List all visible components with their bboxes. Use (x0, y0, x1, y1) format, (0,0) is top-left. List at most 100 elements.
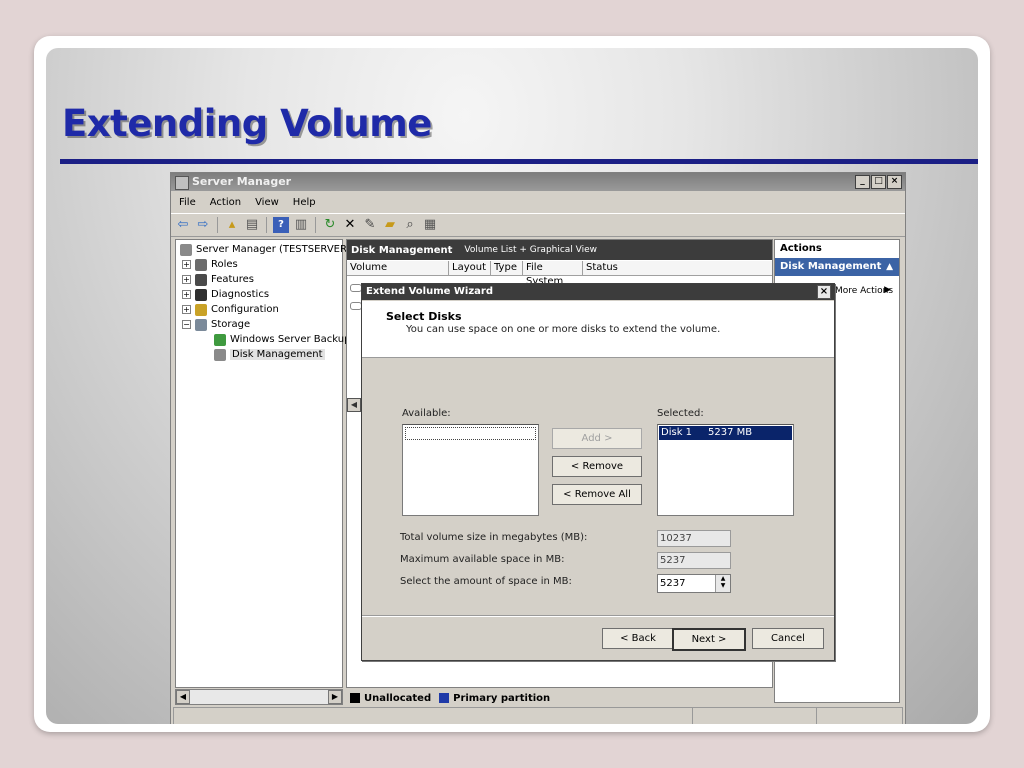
tree-item-server-manager[interactable]: Server Manager (TESTSERVER) (180, 242, 351, 257)
wizard-header: Select Disks You can use space on one or… (362, 301, 834, 358)
menu-view[interactable]: View (255, 197, 279, 208)
available-disks-list[interactable] (402, 424, 539, 516)
max-space-label: Maximum available space in MB: (400, 554, 565, 565)
selected-disks-list[interactable]: Disk 1 5237 MB (657, 424, 794, 516)
tree-item-label: Storage (211, 319, 251, 330)
pane-header-view: Volume List + Graphical View (464, 245, 598, 255)
search-icon[interactable]: ⌕ (402, 217, 418, 233)
extend-volume-wizard: Extend Volume Wizard × Select Disks You … (361, 283, 835, 661)
tree-item-label: Configuration (211, 304, 279, 315)
status-bar (173, 707, 903, 724)
slide-background: Extending Volume Server Manager _ □ × Fi… (46, 48, 978, 724)
scroll-right-icon[interactable]: ▶ (328, 690, 342, 704)
expand-icon[interactable]: + (182, 290, 191, 299)
menu-help[interactable]: Help (293, 197, 316, 208)
scroll-left-icon[interactable]: ◀ (347, 398, 361, 412)
server-manager-icon (175, 176, 189, 190)
backup-icon (214, 333, 226, 346)
tree-item-features[interactable]: + Features (182, 272, 254, 287)
wizard-title: Extend Volume Wizard (366, 286, 494, 297)
pane-header-title: Disk Management (351, 244, 453, 256)
tree-horizontal-scrollbar[interactable]: ◀ ▶ (175, 689, 343, 705)
tree-item-disk-management[interactable]: Disk Management (214, 347, 325, 362)
volume-list-header: Volume Layout Type File System Status (347, 261, 772, 287)
diagnostics-icon (195, 288, 207, 301)
column-status[interactable]: Status (583, 261, 646, 275)
close-icon[interactable]: × (817, 285, 831, 299)
back-button[interactable]: < Back (602, 628, 674, 649)
expand-icon[interactable]: + (182, 260, 191, 269)
remove-button[interactable]: < Remove (552, 456, 642, 477)
column-volume[interactable]: Volume (347, 261, 449, 275)
minimize-icon[interactable]: _ (855, 175, 870, 189)
amount-spinbox[interactable]: 5237 ▲ ▼ (657, 574, 731, 593)
roles-icon (195, 258, 207, 271)
up-folder-icon[interactable]: ▴ (224, 217, 240, 233)
properties-icon[interactable]: ✎ (362, 217, 378, 233)
cancel-button[interactable]: Cancel (752, 628, 824, 649)
delete-icon[interactable]: ✕ (342, 217, 358, 233)
disk-settings-icon[interactable]: ▦ (422, 217, 438, 233)
focus-rect (405, 427, 536, 440)
submenu-arrow-icon[interactable]: ▶ (884, 285, 891, 295)
column-file-system[interactable]: File System (523, 261, 583, 287)
toolbar-separator (217, 217, 218, 233)
scroll-left-icon[interactable]: ◀ (176, 690, 190, 704)
forward-arrow-icon[interactable]: ⇨ (195, 217, 211, 233)
server-icon (180, 243, 192, 256)
open-folder-icon[interactable]: ▰ (382, 217, 398, 233)
pane-header: Disk Management Volume List + Graphical … (347, 240, 772, 260)
tree-item-diagnostics[interactable]: + Diagnostics (182, 287, 269, 302)
remove-all-button[interactable]: < Remove All (552, 484, 642, 505)
column-type[interactable]: Type (491, 261, 523, 275)
refresh-icon[interactable]: ↻ (322, 217, 338, 233)
column-layout[interactable]: Layout (449, 261, 491, 275)
actions-title: Actions (775, 240, 899, 258)
next-button[interactable]: Next > (672, 628, 746, 651)
selected-disk-item[interactable]: Disk 1 5237 MB (659, 426, 792, 440)
wizard-titlebar: Extend Volume Wizard × (362, 284, 834, 300)
tree-item-label: Roles (211, 259, 238, 270)
spin-arrows-icon[interactable]: ▲ ▼ (715, 575, 730, 592)
available-label: Available: (402, 408, 451, 419)
show-hide-action-pane-icon[interactable]: ▥ (293, 217, 309, 233)
tree-item-storage[interactable]: − Storage (182, 317, 250, 332)
expand-icon[interactable]: + (182, 275, 191, 284)
wizard-description: You can use space on one or more disks t… (406, 324, 721, 335)
wizard-heading: Select Disks (386, 310, 462, 323)
tree-item-configuration[interactable]: + Configuration (182, 302, 279, 317)
help-icon[interactable]: ? (273, 217, 289, 233)
total-size-field: 10237 (657, 530, 731, 547)
actions-section-disk-management[interactable]: Disk Management ▲ (775, 258, 899, 276)
close-icon[interactable]: × (887, 175, 902, 189)
window-title: Server Manager (192, 175, 292, 188)
menu-bar: File Action View Help (171, 192, 905, 212)
tree-item-roles[interactable]: + Roles (182, 257, 238, 272)
storage-icon (195, 318, 207, 331)
tree-item-label: Disk Management (230, 349, 325, 360)
window-titlebar: Server Manager _ □ × (171, 173, 905, 191)
tree-item-windows-server-backup[interactable]: Windows Server Backup (214, 332, 350, 347)
legend-unallocated: Unallocated (364, 692, 432, 704)
primary-partition-swatch (439, 693, 450, 703)
disk-icon (214, 348, 226, 361)
console-tree: Server Manager (TESTSERVER) + Roles + Fe… (175, 239, 351, 688)
maximize-icon[interactable]: □ (871, 175, 886, 189)
add-button[interactable]: Add > (552, 428, 642, 449)
max-space-field: 5237 (657, 552, 731, 569)
tree-item-label: Server Manager (TESTSERVER) (196, 244, 351, 255)
expand-icon[interactable]: + (182, 305, 191, 314)
tree-item-label: Diagnostics (211, 289, 270, 300)
back-arrow-icon[interactable]: ⇦ (175, 217, 191, 233)
menu-action[interactable]: Action (210, 197, 241, 208)
collapse-icon[interactable]: − (182, 320, 191, 329)
show-hide-tree-icon[interactable]: ▤ (244, 217, 260, 233)
collapse-up-icon[interactable]: ▲ (886, 258, 893, 276)
wizard-footer-separator (362, 615, 834, 617)
window-controls: _ □ × (855, 175, 902, 189)
status-divider (692, 708, 693, 724)
slide-title: Extending Volume (62, 102, 432, 145)
amount-label: Select the amount of space in MB: (400, 576, 572, 587)
menu-file[interactable]: File (179, 197, 196, 208)
configuration-icon (195, 303, 207, 316)
